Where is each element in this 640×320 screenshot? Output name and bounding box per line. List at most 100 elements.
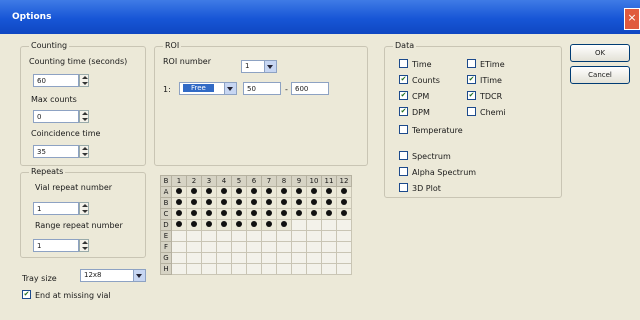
tray-cell[interactable] xyxy=(276,230,292,242)
tray-cell[interactable] xyxy=(261,252,277,264)
tray-cell[interactable] xyxy=(321,197,337,209)
grid-column-header[interactable]: 10 xyxy=(306,175,322,187)
tray-cell[interactable] xyxy=(321,263,337,275)
tray-cell[interactable] xyxy=(171,208,187,220)
grid-row-header[interactable]: F xyxy=(160,241,172,253)
data-option-checkbox[interactable] xyxy=(399,59,408,68)
tray-cell[interactable] xyxy=(186,241,202,253)
tray-cell[interactable] xyxy=(291,208,307,220)
cancel-button[interactable]: Cancel xyxy=(570,66,630,84)
tray-cell[interactable] xyxy=(186,230,202,242)
grid-column-header[interactable]: 5 xyxy=(231,175,247,187)
counting-time-field[interactable]: 60 xyxy=(33,74,79,87)
tray-cell[interactable] xyxy=(216,241,232,253)
tray-cell[interactable] xyxy=(306,197,322,209)
tray-cell[interactable] xyxy=(261,230,277,242)
tray-cell[interactable] xyxy=(321,219,337,231)
tray-cell[interactable] xyxy=(201,219,217,231)
tray-cell[interactable] xyxy=(201,197,217,209)
data-option-checkbox[interactable]: ✔ xyxy=(399,75,408,84)
tray-cell[interactable] xyxy=(246,208,262,220)
vial-repeat-field[interactable]: 1 xyxy=(33,202,79,215)
tray-cell[interactable] xyxy=(261,241,277,253)
tray-cell[interactable] xyxy=(261,263,277,275)
tray-cell[interactable] xyxy=(306,241,322,253)
tray-cell[interactable] xyxy=(321,208,337,220)
tray-cell[interactable] xyxy=(246,219,262,231)
data-option-checkbox[interactable] xyxy=(399,183,408,192)
tray-cell[interactable] xyxy=(186,197,202,209)
tray-cell[interactable] xyxy=(276,252,292,264)
range-repeat-spinner[interactable] xyxy=(79,239,89,252)
tray-cell[interactable] xyxy=(336,263,352,275)
range-repeat-field[interactable]: 1 xyxy=(33,239,79,252)
tray-cell[interactable] xyxy=(216,263,232,275)
tray-cell[interactable] xyxy=(216,186,232,198)
tray-cell[interactable] xyxy=(201,208,217,220)
vial-repeat-spinner[interactable] xyxy=(79,202,89,215)
roi-number-select[interactable]: 1 xyxy=(241,60,277,73)
tray-cell[interactable] xyxy=(231,197,247,209)
tray-cell[interactable] xyxy=(231,241,247,253)
tray-cell[interactable] xyxy=(171,219,187,231)
grid-row-header[interactable]: H xyxy=(160,263,172,275)
grid-row-header[interactable]: D xyxy=(160,219,172,231)
tray-cell[interactable] xyxy=(231,208,247,220)
grid-row-header[interactable]: A xyxy=(160,186,172,198)
tray-cell[interactable] xyxy=(171,263,187,275)
tray-cell[interactable] xyxy=(321,241,337,253)
tray-cell[interactable] xyxy=(261,219,277,231)
grid-row-header[interactable]: G xyxy=(160,252,172,264)
tray-cell[interactable] xyxy=(306,186,322,198)
tray-cell[interactable] xyxy=(306,252,322,264)
tray-cell[interactable] xyxy=(291,219,307,231)
ok-button[interactable]: OK xyxy=(570,44,630,62)
grid-column-header[interactable]: 11 xyxy=(321,175,337,187)
grid-column-header[interactable]: 4 xyxy=(216,175,232,187)
tray-cell[interactable] xyxy=(291,230,307,242)
coincidence-time-field[interactable]: 35 xyxy=(33,145,79,158)
tray-cell[interactable] xyxy=(276,197,292,209)
tray-cell[interactable] xyxy=(291,263,307,275)
tray-cell[interactable] xyxy=(261,197,277,209)
close-button[interactable]: × xyxy=(624,8,640,30)
tray-cell[interactable] xyxy=(336,241,352,253)
tray-cell[interactable] xyxy=(321,230,337,242)
tray-cell[interactable] xyxy=(246,241,262,253)
tray-cell[interactable] xyxy=(231,252,247,264)
grid-column-header[interactable]: 1 xyxy=(171,175,187,187)
tray-cell[interactable] xyxy=(231,230,247,242)
max-counts-spinner[interactable] xyxy=(79,110,89,123)
grid-column-header[interactable]: 6 xyxy=(246,175,262,187)
tray-cell[interactable] xyxy=(231,263,247,275)
tray-cell[interactable] xyxy=(306,208,322,220)
tray-cell[interactable] xyxy=(306,230,322,242)
grid-column-header[interactable]: 7 xyxy=(261,175,277,187)
data-option-checkbox[interactable]: ✔ xyxy=(467,91,476,100)
tray-cell[interactable] xyxy=(201,252,217,264)
tray-cell[interactable] xyxy=(186,263,202,275)
end-at-missing-vial-checkbox[interactable]: ✔ xyxy=(22,290,31,299)
tray-cell[interactable] xyxy=(336,197,352,209)
tray-cell[interactable] xyxy=(261,208,277,220)
coincidence-time-spinner[interactable] xyxy=(79,145,89,158)
tray-cell[interactable] xyxy=(216,252,232,264)
tray-cell[interactable] xyxy=(171,252,187,264)
max-counts-field[interactable]: 0 xyxy=(33,110,79,123)
tray-cell[interactable] xyxy=(321,252,337,264)
tray-cell[interactable] xyxy=(291,252,307,264)
tray-cell[interactable] xyxy=(306,263,322,275)
tray-cell[interactable] xyxy=(246,230,262,242)
counting-time-spinner[interactable] xyxy=(79,74,89,87)
tray-cell[interactable] xyxy=(186,252,202,264)
tray-cell[interactable] xyxy=(276,219,292,231)
tray-cell[interactable] xyxy=(216,208,232,220)
tray-cell[interactable] xyxy=(201,186,217,198)
tray-cell[interactable] xyxy=(231,219,247,231)
tray-cell[interactable] xyxy=(201,241,217,253)
grid-column-header[interactable]: 9 xyxy=(291,175,307,187)
tray-cell[interactable] xyxy=(186,186,202,198)
tray-cell[interactable] xyxy=(261,186,277,198)
data-option-checkbox[interactable] xyxy=(399,167,408,176)
data-option-checkbox[interactable] xyxy=(399,125,408,134)
